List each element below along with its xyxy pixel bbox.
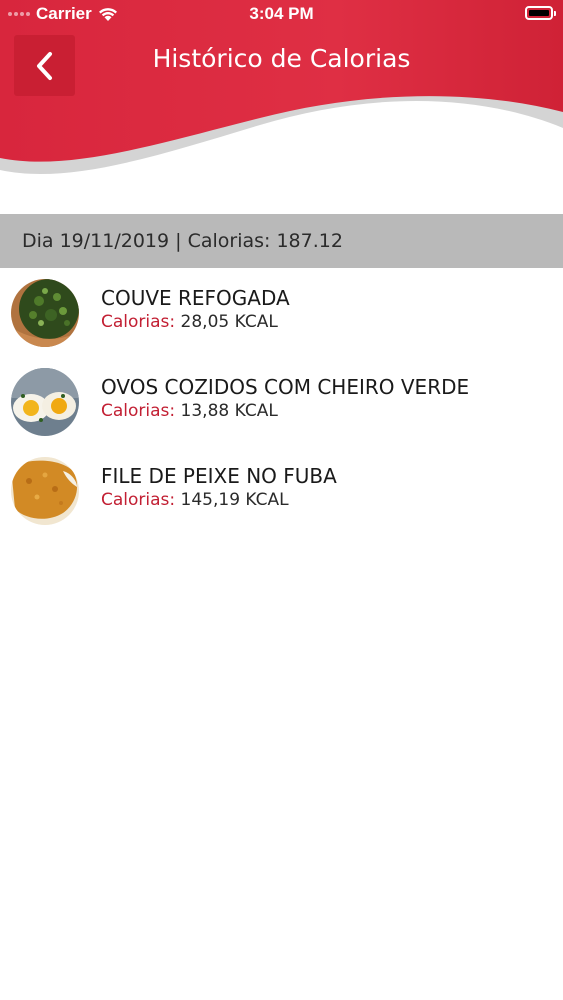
sauteed-kale-image [11, 279, 79, 347]
food-item-file-de-peixe[interactable]: FILE DE PEIXE NO FUBA Calorias: 145,19 K… [0, 446, 563, 535]
day-summary-bar: Dia 19/11/2019 | Calorias: 187.12 [0, 214, 563, 268]
food-thumbnail [11, 457, 79, 525]
food-item-ovos-cozidos[interactable]: OVOS COZIDOS COM CHEIRO VERDE Calorias: … [0, 357, 563, 446]
food-calories: Calorias: 28,05 KCAL [101, 312, 278, 332]
calories-label: Calorias: [101, 401, 176, 421]
calories-value: 145,19 KCAL [180, 490, 289, 510]
header-wave-shape [0, 0, 563, 174]
food-thumbnail [11, 279, 79, 347]
calories-value: 28,05 KCAL [180, 312, 278, 332]
boiled-eggs-image [11, 368, 79, 436]
status-time: 3:04 PM [249, 4, 314, 23]
calories-label: Calorias: [101, 312, 176, 332]
food-list: COUVE REFOGADA Calorias: 28,05 KCAL OVOS… [0, 268, 563, 535]
food-calories: Calorias: 13,88 KCAL [101, 401, 278, 421]
fried-fish-fillet-image [11, 457, 79, 525]
screen: Carrier 3:04 PM Histórico de Calorias Di… [0, 0, 563, 1000]
food-item-couve-refogada[interactable]: COUVE REFOGADA Calorias: 28,05 KCAL [0, 268, 563, 357]
page-title: Histórico de Calorias [152, 44, 411, 73]
header-banner [0, 0, 563, 200]
calories-label: Calorias: [101, 490, 176, 510]
food-name: COUVE REFOGADA [101, 286, 290, 310]
food-name: OVOS COZIDOS COM CHEIRO VERDE [101, 375, 470, 399]
food-calories: Calorias: 145,19 KCAL [101, 490, 289, 510]
food-thumbnail [11, 368, 79, 436]
food-name: FILE DE PEIXE NO FUBA [101, 464, 337, 488]
battery-icon [525, 6, 556, 20]
calories-value: 13,88 KCAL [180, 401, 278, 421]
status-bar: Carrier 3:04 PM [0, 0, 563, 28]
